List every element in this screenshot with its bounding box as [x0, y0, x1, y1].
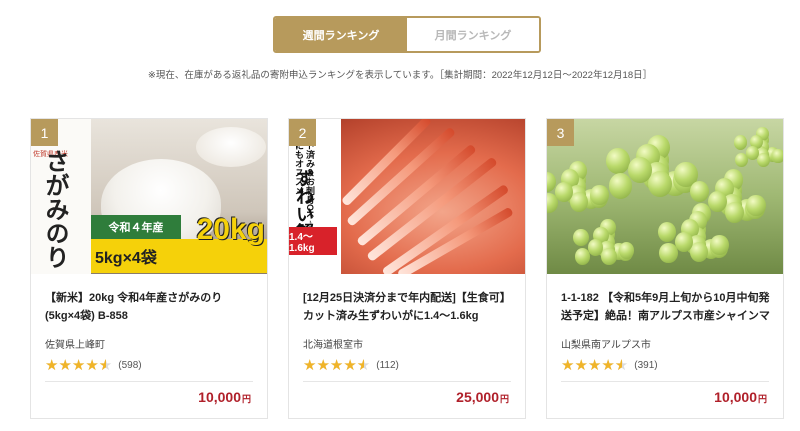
rating: ★★★★★★★★★★ (598): [45, 358, 142, 373]
product-title[interactable]: 1-1-182 【令和5年9月上旬から10月中旬発送予定】絶品！南アルプス市産シ…: [561, 289, 773, 325]
price: 10,000円: [198, 389, 251, 405]
ranking-card-2[interactable]: カット済み＆お刺身OK♪ お鍋にもオススメ ずわい蟹 1.4〜1.6kg 2 […: [288, 118, 526, 419]
grape: [674, 231, 693, 252]
grape: [590, 185, 609, 206]
ranking-card-1[interactable]: 米 佐賀県産米 さがみのり 令和４年産 5kg×4袋 20kg 1 【新米】20…: [30, 118, 268, 419]
tab-monthly-label: 月間ランキング: [434, 29, 512, 42]
rank-badge: 2: [289, 119, 316, 146]
product-title[interactable]: [12月25日決済分まで年内配送]【生食可】カット済み生ずわいがに1.4〜1.6…: [303, 289, 515, 325]
tab-weekly-ranking[interactable]: 週間ランキング: [275, 18, 407, 51]
star-rating-icon: ★★★★★★★★★★: [45, 357, 113, 374]
rank-badge: 3: [547, 119, 574, 146]
price-unit: 円: [499, 394, 509, 404]
crab-weight-label: 1.4〜1.6kg: [289, 227, 337, 255]
review-count: (598): [118, 360, 142, 371]
ranking-card-3[interactable]: 3 1-1-182 【令和5年9月上旬から10月中旬発送予定】絶品！南アルプス市…: [546, 118, 784, 419]
prefecture-label: 山梨県南アルプス市: [561, 340, 651, 351]
grape: [657, 221, 676, 242]
divider: [303, 381, 511, 382]
grape: [628, 157, 652, 184]
product-image-grapes[interactable]: [547, 119, 783, 274]
product-title[interactable]: 【新米】20kg 令和4年産さがみのり (5kg×4袋) B-858: [45, 289, 257, 325]
divider: [45, 381, 253, 382]
rank-badge: 1: [31, 119, 58, 146]
tab-weekly-label: 週間ランキング: [302, 29, 380, 42]
price: 25,000円: [456, 389, 509, 405]
grape: [573, 228, 589, 246]
tab-monthly-ranking[interactable]: 月間ランキング: [407, 18, 539, 51]
rice-year-label: 令和４年産: [91, 215, 181, 239]
review-count: (391): [634, 360, 658, 371]
grape: [601, 247, 617, 265]
price-unit: 円: [757, 394, 767, 404]
rating: ★★★★★★★★★★ (391): [561, 358, 658, 373]
price-value: 25,000: [456, 389, 499, 405]
product-image-rice[interactable]: 米 佐賀県産米 さがみのり 令和４年産 5kg×4袋 20kg: [31, 119, 267, 274]
rice-weight-label: 20kg: [196, 213, 265, 246]
review-count: (112): [376, 360, 399, 371]
price-value: 10,000: [714, 389, 757, 405]
ranking-note: ※現在、在庫がある返礼品の寄附申込ランキングを表示しています。［集計期間：202…: [147, 70, 653, 81]
prefecture-label: 北海道根室市: [303, 340, 363, 351]
star-rating-icon: ★★★★★★★★★★: [561, 357, 629, 374]
star-rating-icon: ★★★★★★★★★★: [303, 357, 371, 374]
grape: [710, 235, 729, 256]
grape: [648, 171, 672, 198]
divider: [561, 381, 769, 382]
ranking-tabs: 週間ランキング 月間ランキング: [273, 16, 541, 53]
price-value: 10,000: [198, 389, 241, 405]
grape: [733, 135, 747, 150]
rice-brand-text: さがみのり: [41, 149, 68, 269]
rating: ★★★★★★★★★★ (112): [303, 358, 399, 373]
product-image-crab[interactable]: カット済み＆お刺身OK♪ お鍋にもオススメ ずわい蟹 1.4〜1.6kg: [289, 119, 525, 274]
price: 10,000円: [714, 389, 767, 405]
prefecture-label: 佐賀県上峰町: [45, 340, 105, 351]
grape: [608, 172, 633, 199]
grape: [746, 194, 766, 216]
grape: [606, 147, 630, 174]
grape: [771, 149, 783, 164]
price-unit: 円: [241, 394, 251, 404]
grape: [554, 181, 573, 202]
